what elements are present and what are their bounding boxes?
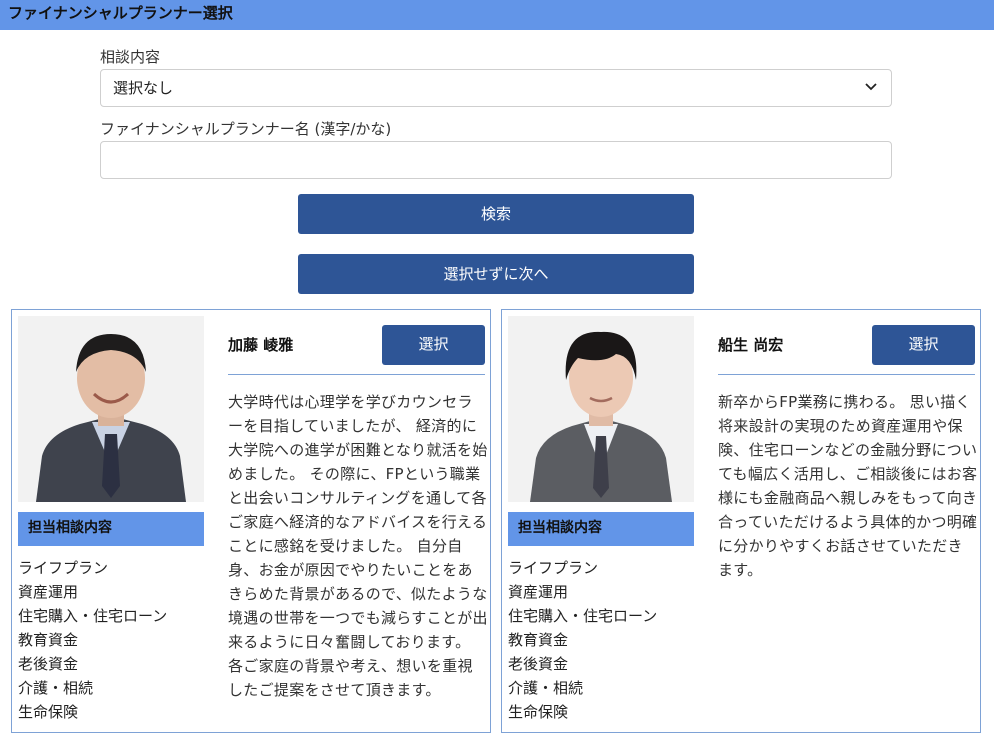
- topic-item: 住宅購入・住宅ローン: [508, 607, 658, 625]
- skip-selection-button[interactable]: 選択せずに次へ: [298, 254, 694, 294]
- topics-list: ライフプラン 資産運用 住宅購入・住宅ローン 教育資金 老後資金 介護・相続 生…: [508, 556, 657, 724]
- topic-item: 生命保険: [18, 703, 79, 721]
- topic-item: 資産運用: [18, 583, 79, 601]
- topic-item: 資産運用: [508, 583, 569, 601]
- planner-name-label: ファイナンシャルプランナー名 (漢字/かな): [100, 120, 392, 138]
- page-title: ファイナンシャルプランナー選択: [0, 0, 994, 30]
- topics-title: 担当相談内容: [508, 512, 694, 546]
- topic-select-value: 選択なし: [113, 79, 174, 97]
- topic-item: 老後資金: [18, 655, 79, 673]
- planner-photo: [508, 316, 694, 502]
- planner-photo: [18, 316, 204, 502]
- topic-item: ライフプラン: [508, 559, 599, 577]
- topic-item: 介護・相続: [18, 679, 94, 697]
- topic-item: 住宅購入・住宅ローン: [18, 607, 168, 625]
- select-planner-button[interactable]: 選択: [872, 325, 975, 365]
- topic-item: 生命保険: [508, 703, 569, 721]
- search-button[interactable]: 検索: [298, 194, 694, 234]
- planner-card: 担当相談内容 ライフプラン 資産運用 住宅購入・住宅ローン 教育資金 老後資金 …: [501, 309, 981, 733]
- topic-item: 介護・相続: [508, 679, 584, 697]
- topic-item: ライフプラン: [18, 559, 109, 577]
- planner-card: 担当相談内容 ライフプラン 資産運用 住宅購入・住宅ローン 教育資金 老後資金 …: [11, 309, 491, 733]
- chevron-down-icon: [865, 83, 877, 91]
- select-planner-button[interactable]: 選択: [382, 325, 485, 365]
- topic-item: 教育資金: [508, 631, 569, 649]
- topics-title: 担当相談内容: [18, 512, 204, 546]
- divider: [228, 374, 485, 375]
- topic-item: 教育資金: [18, 631, 79, 649]
- planner-name: 船生 尚宏: [718, 336, 784, 354]
- planner-name: 加藤 崚雅: [228, 336, 294, 354]
- topics-list: ライフプラン 資産運用 住宅購入・住宅ローン 教育資金 老後資金 介護・相続 生…: [18, 556, 167, 724]
- topic-select[interactable]: 選択なし: [100, 69, 892, 107]
- planner-bio: 大学時代は心理学を学びカウンセラーを目指していましたが、 経済的に大学院への進学…: [228, 393, 488, 699]
- divider: [718, 374, 975, 375]
- planner-bio: 新卒からFP業務に携わる。 思い描く将来設計の実現のため資産運用や保険、住宅ロー…: [718, 393, 978, 579]
- topic-item: 老後資金: [508, 655, 569, 673]
- topic-label: 相談内容: [100, 48, 161, 66]
- planner-name-input[interactable]: [100, 141, 892, 179]
